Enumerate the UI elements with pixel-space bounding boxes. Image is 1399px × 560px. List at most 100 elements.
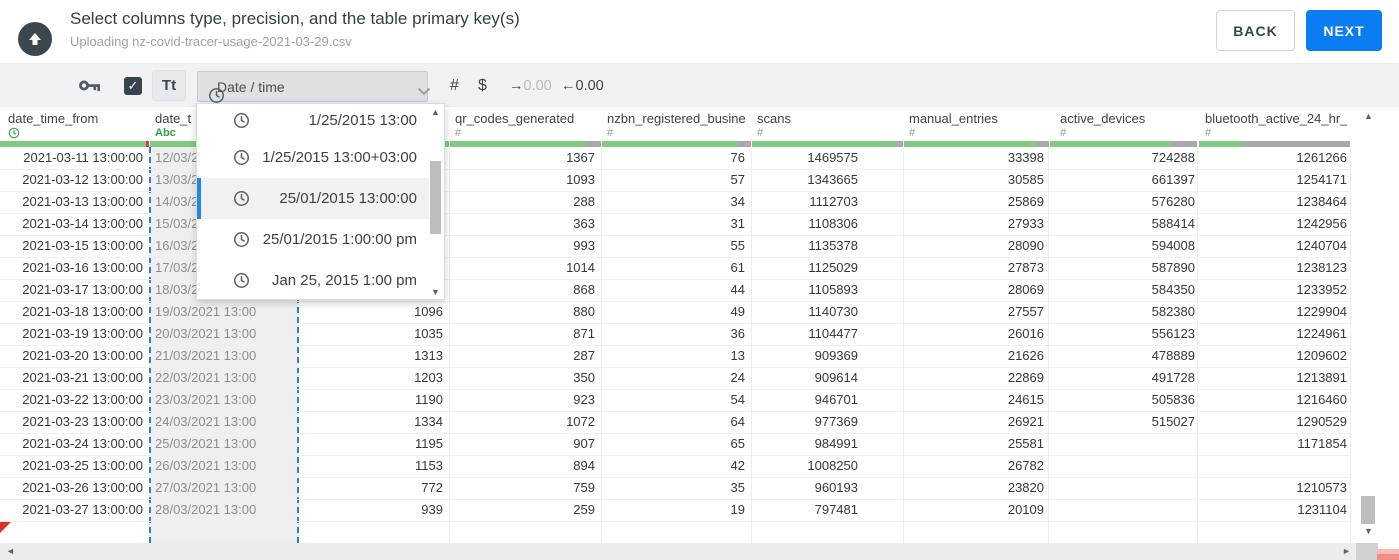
next-button[interactable]: NEXT <box>1306 10 1382 51</box>
table-cell: 27557 <box>1007 304 1044 319</box>
text-type-button[interactable]: Tt <box>152 70 186 101</box>
date-format-option[interactable]: Jan 25, 2015 1:00 pm <box>197 260 429 299</box>
table-cell: 1209602 <box>1296 348 1347 363</box>
table-cell: 1213891 <box>1296 370 1347 385</box>
column-header-qr_codes_generated[interactable]: qr_codes_generated <box>455 111 595 126</box>
row-divider <box>0 521 1350 522</box>
table-cell: 505836 <box>1151 392 1195 407</box>
table-cell: 2021-03-16 13:00:00 <box>22 260 143 275</box>
table-cell: 21626 <box>1007 348 1044 363</box>
table-cell: 2021-03-11 13:00:00 <box>23 150 143 165</box>
table-cell: 907 <box>573 436 595 451</box>
app-window: Select columns type, precision, and the … <box>0 0 1399 560</box>
text-type-icon: Abc <box>155 127 176 139</box>
table-vscroll-thumb[interactable] <box>1361 496 1375 524</box>
scrollbar-corner <box>1356 543 1378 560</box>
date-format-option[interactable]: 1/25/2015 13:00 <box>197 104 429 137</box>
table-cell: 20109 <box>1007 502 1044 517</box>
table-cell: 1105893 <box>808 282 858 297</box>
number-type-icon: # <box>757 127 764 139</box>
table-cell: 49 <box>730 304 745 319</box>
table-cell: 2021-03-24 13:00:00 <box>22 436 143 451</box>
table-cell: 556123 <box>1151 326 1195 341</box>
table-cell: 1112703 <box>809 194 858 209</box>
table-scroll-up-icon[interactable]: ▲ <box>1361 112 1376 121</box>
table-cell: 923 <box>573 392 595 407</box>
column-quality-bar-missing <box>895 141 903 147</box>
table-cell: 2021-03-23 13:00:00 <box>22 414 143 429</box>
table-cell: 1343665 <box>807 172 858 187</box>
clock-icon <box>233 231 250 248</box>
date-format-option-label: 25/01/2015 13:00:00 <box>279 190 417 207</box>
column-header-active_devices[interactable]: active_devices <box>1060 111 1195 126</box>
load-indicator-strip <box>1377 554 1399 560</box>
table-cell: 21/03/2021 13:00 <box>155 348 257 363</box>
number-type-icon: # <box>909 127 916 139</box>
table-cell: 1313 <box>414 348 443 363</box>
table-cell: 1367 <box>566 150 595 165</box>
table-cell: 584350 <box>1151 282 1195 297</box>
table-cell: 20/03/2021 13:00 <box>155 326 257 341</box>
table-cell: 25/03/2021 13:00 <box>155 436 257 451</box>
currency-type-button[interactable]: $ <box>478 64 487 108</box>
table-cell: 1224961 <box>1296 326 1347 341</box>
upload-status: Uploading nz-covid-tracer-usage-2021-03-… <box>70 34 352 49</box>
table-cell: 909369 <box>814 348 858 363</box>
table-scroll-left-icon[interactable]: ◄ <box>6 547 15 556</box>
checked-checkbox[interactable]: ✓ <box>124 77 142 95</box>
table-cell: 1238464 <box>1296 194 1347 209</box>
table-cell: 259 <box>573 502 595 517</box>
table-cell: 2021-03-27 13:00:00 <box>22 502 143 517</box>
table-cell: 1125029 <box>808 260 858 275</box>
column-header-manual_entries[interactable]: manual_entries <box>909 111 1044 126</box>
column-header-date_time_from[interactable]: date_time_from <box>8 111 147 126</box>
table-cell: 894 <box>573 458 595 473</box>
table-cell: 2021-03-21 13:00:00 <box>22 370 143 385</box>
table-cell: 1014 <box>566 260 595 275</box>
date-format-option[interactable]: 1/25/2015 13:00+03:00 <box>197 137 429 178</box>
table-cell: 19/03/2021 13:00 <box>155 304 257 319</box>
table-cell: 26782 <box>1007 458 1044 473</box>
column-header-bluetooth_active_24_hr_[interactable]: bluetooth_active_24_hr_ <box>1205 111 1347 126</box>
date-format-option-label: 1/25/2015 13:00+03:00 <box>262 149 417 166</box>
table-cell: 24615 <box>1007 392 1044 407</box>
table-cell: 76 <box>730 150 745 165</box>
table-cell: 24 <box>730 370 745 385</box>
table-cell: 288 <box>573 194 595 209</box>
column-header-scans[interactable]: scans <box>757 111 858 126</box>
dropdown-scroll-up-icon[interactable]: ▲ <box>428 108 443 117</box>
number-type-icon: # <box>1205 127 1212 139</box>
dropdown-scroll-thumb[interactable] <box>430 161 441 234</box>
table-cell: 27873 <box>1007 260 1044 275</box>
table-cell: 1231104 <box>1297 502 1347 517</box>
table-cell: 1195 <box>415 436 443 451</box>
table-cell: 594008 <box>1151 238 1195 253</box>
table-cell: 587890 <box>1151 260 1195 275</box>
column-header-nzbn_registered_busine[interactable]: nzbn_registered_busine <box>607 111 745 126</box>
date-format-option[interactable]: 25/01/2015 13:00:00 <box>197 178 429 219</box>
upload-icon <box>18 22 52 56</box>
date-format-option[interactable]: 25/01/2015 1:00:00 pm <box>197 219 429 260</box>
table-cell: 42 <box>730 458 745 473</box>
back-button[interactable]: BACK <box>1216 10 1295 51</box>
number-type-button[interactable]: # <box>450 64 459 108</box>
page-title: Select columns type, precision, and the … <box>70 9 520 28</box>
table-cell: 2021-03-20 13:00:00 <box>22 348 143 363</box>
column-divider <box>1350 147 1351 543</box>
table-cell: 491728 <box>1151 370 1195 385</box>
table-cell: 1072 <box>566 414 595 429</box>
table-scroll-right-icon[interactable]: ► <box>1342 547 1351 556</box>
date-format-select[interactable]: Date / time <box>197 71 431 103</box>
table-cell: 1254171 <box>1296 172 1347 187</box>
table-cell: 1216460 <box>1296 392 1347 407</box>
table-scroll-down-icon[interactable]: ▼ <box>1361 527 1376 536</box>
table-cell: 588414 <box>1151 216 1195 231</box>
increase-precision-button[interactable]: →0.00 <box>509 64 552 108</box>
table-cell: 909614 <box>814 370 858 385</box>
table-cell: 23/03/2021 13:00 <box>155 392 257 407</box>
decrease-precision-button[interactable]: ←0.00 <box>561 64 604 108</box>
table-cell: 26921 <box>1007 414 1044 429</box>
dropdown-scroll-down-icon[interactable]: ▼ <box>428 288 443 297</box>
table-hscrollbar[interactable] <box>0 543 1356 560</box>
table-cell: 35 <box>730 480 745 495</box>
